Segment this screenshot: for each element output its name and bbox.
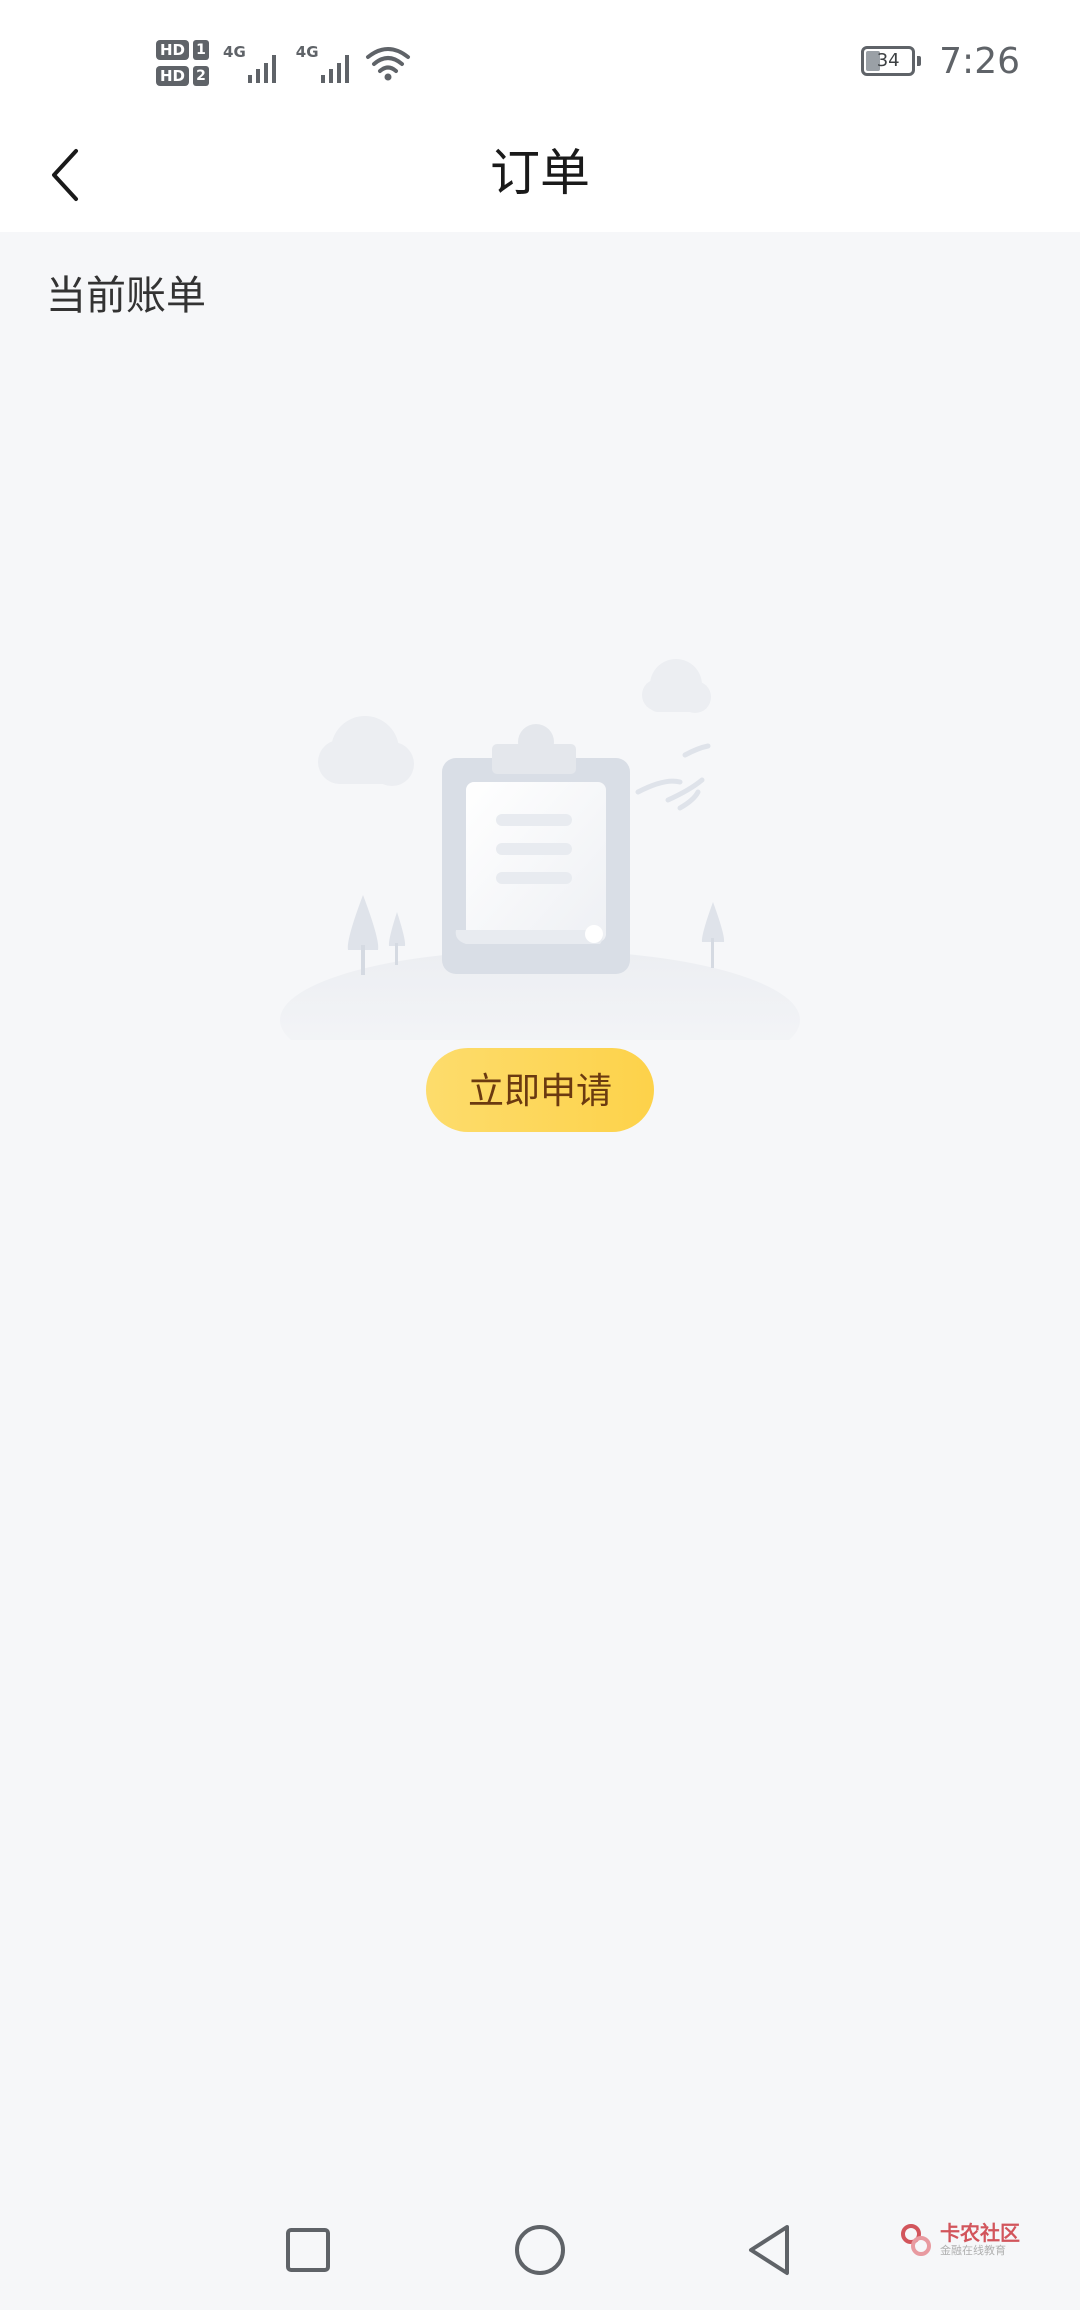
wifi-icon [365,47,410,81]
battery-level: 34 [876,50,900,71]
signal-icon [320,55,349,83]
nav-bar: 订单 [0,120,1080,232]
recent-apps-button[interactable] [278,2220,338,2280]
empty-clipboard-illustration [280,659,800,1040]
home-button[interactable] [510,2220,570,2280]
screen: HD 1 HD 2 4G 4G 34 7:26 订单 当前账单 立即申请 卡农社… [0,0,1080,2310]
knot-logo-icon [901,2224,931,2256]
network-2: 4G [296,41,355,85]
sim-number: 2 [193,66,210,86]
sim-indicators: HD 1 HD 2 [156,40,210,86]
apply-now-button[interactable]: 立即申请 [426,1048,654,1132]
network-type-label: 4G [223,43,246,61]
sim1-indicator: HD 1 [156,40,210,60]
watermark-tagline: 金融在线教育 [940,2244,1006,2257]
back-nav-button[interactable] [740,2220,800,2280]
watermark-text: 卡农社区 金融在线教育 [940,2222,1020,2258]
network-type-label: 4G [295,43,319,61]
sim-number: 1 [193,40,210,60]
status-left: HD 1 HD 2 4G 4G [156,28,411,98]
page-title: 订单 [490,144,590,202]
signal-icon [247,55,276,83]
watermark: 卡农社区 金融在线教育 [898,2222,1020,2258]
square-icon [286,2228,330,2272]
watermark-brand: 卡农社区 [940,2221,1020,2245]
hd-badge: HD [156,40,190,60]
clock: 7:26 [939,40,1020,82]
status-bar: HD 1 HD 2 4G 4G 34 7:26 [0,0,1080,120]
battery-icon: 34 [861,46,922,76]
hd-badge: HD [156,66,190,86]
circle-icon [515,2225,565,2275]
section-title: 当前账单 [46,273,206,319]
triangle-back-icon [749,2225,789,2275]
status-right: 34 7:26 [861,36,1020,86]
network-1: 4G [223,41,282,85]
sim2-indicator: HD 2 [156,66,210,86]
